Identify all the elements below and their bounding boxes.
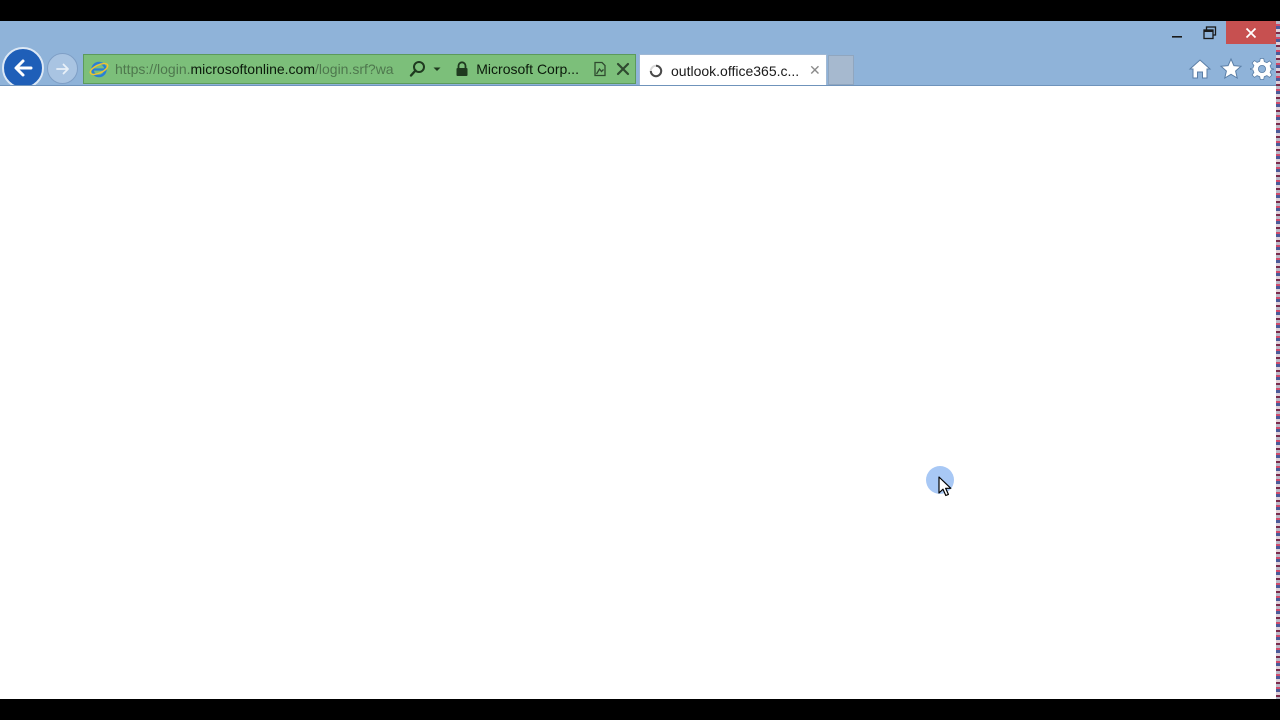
screen-edge-artifact [1276,21,1280,699]
browser-chrome: https://login.microsoftonline.com/login.… [0,21,1276,89]
chevron-down-icon [433,67,441,71]
close-window-button[interactable] [1226,21,1276,44]
close-tab-icon[interactable]: ✕ [809,62,821,79]
restore-button[interactable] [1194,21,1226,44]
stop-x-icon [617,62,630,76]
address-bar[interactable]: https://login.microsoftonline.com/login.… [83,54,636,84]
new-tab-button[interactable] [828,55,854,85]
url-path: /login.srf?wa [315,61,394,77]
internet-explorer-icon [89,59,109,79]
minimize-icon [1172,35,1182,38]
browser-window: https://login.microsoftonline.com/login.… [0,21,1276,699]
compatibility-view-button[interactable] [589,55,611,83]
compatibility-view-icon [594,61,606,77]
letterbox-top [0,0,1280,21]
back-arrow-icon [14,59,33,77]
loading-spinner-icon [649,64,663,77]
lock-icon [456,61,468,76]
forward-arrow-icon [55,63,69,74]
search-button[interactable] [407,55,429,83]
tab-title: outlook.office365.c... [671,62,799,79]
favorites-star-icon [1219,57,1243,80]
back-button[interactable] [2,47,44,89]
mouse-pointer-icon [938,476,952,497]
favorites-button[interactable] [1218,56,1244,82]
close-icon [1245,27,1257,38]
url-scheme: https:// [115,61,158,77]
letterbox-bottom [0,699,1280,720]
site-identity[interactable]: Microsoft Corp... [476,61,585,77]
forward-button[interactable] [47,53,78,84]
home-icon [1188,59,1212,79]
settings-gear-icon [1250,58,1274,80]
tab-outlook[interactable]: outlook.office365.c... ✕ [639,54,827,86]
settings-button[interactable] [1249,56,1275,82]
stop-button[interactable] [611,55,635,83]
address-url[interactable]: https://login.microsoftonline.com/login.… [115,61,401,77]
page-content[interactable] [0,86,1276,699]
url-host: microsoftonline.com [190,61,316,77]
restore-icon [1203,25,1217,39]
security-lock-button[interactable] [454,55,470,83]
address-dropdown-button[interactable] [429,55,447,83]
search-icon [409,61,425,77]
home-button[interactable] [1187,56,1213,82]
url-subdomain: login. [157,61,191,77]
minimize-button[interactable] [1160,21,1194,44]
